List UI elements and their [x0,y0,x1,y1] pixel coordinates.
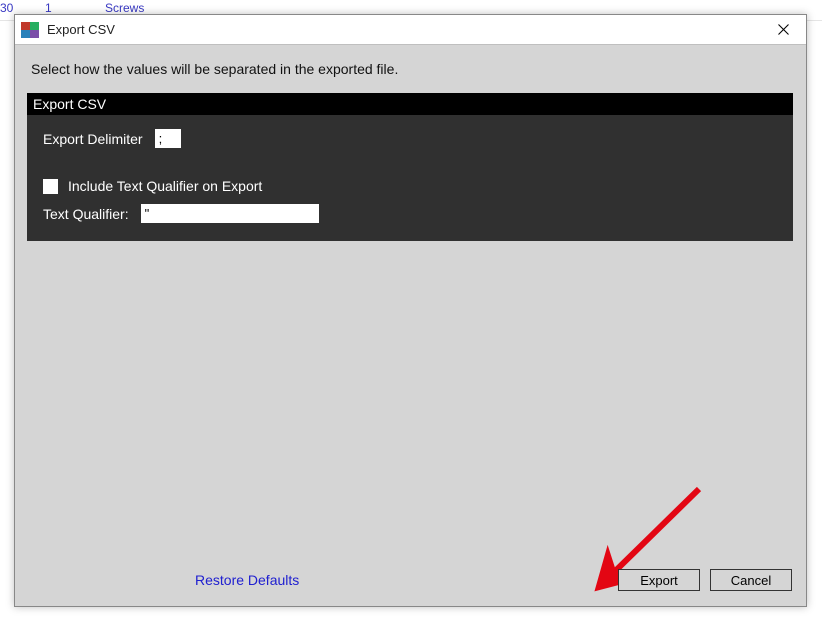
row-delimiter: Export Delimiter [43,129,777,148]
checkbox-include-qualifier[interactable] [43,179,58,194]
label-export-delimiter: Export Delimiter [43,131,143,147]
label-include-qualifier: Include Text Qualifier on Export [68,178,262,194]
row-text-qualifier: Text Qualifier: [43,204,777,223]
input-export-delimiter[interactable] [155,129,181,148]
export-button[interactable]: Export [618,569,700,591]
bg-row-num-truncated: 30 [0,1,8,15]
dialog-title: Export CSV [47,22,115,37]
close-icon [778,24,789,35]
panel-export-csv: Export Delimiter Include Text Qualifier … [27,115,793,241]
dialog-footer: Restore Defaults Export Cancel [15,564,806,606]
dialog-body: Select how the values will be separated … [15,45,806,606]
titlebar: Export CSV [15,15,806,45]
app-icon [21,22,39,38]
panel-header: Export CSV [27,93,793,115]
input-text-qualifier[interactable] [141,204,319,223]
cancel-button[interactable]: Cancel [710,569,792,591]
bg-cell-1: 1 [45,1,52,15]
label-text-qualifier: Text Qualifier: [43,206,129,222]
bg-cell-2: Screws [105,1,144,15]
restore-defaults-link[interactable]: Restore Defaults [189,571,305,589]
row-include-qualifier: Include Text Qualifier on Export [43,178,777,194]
export-csv-dialog: Export CSV Select how the values will be… [14,14,807,607]
close-button[interactable] [760,15,806,45]
footer-buttons: Export Cancel [618,569,792,591]
instruction-text: Select how the values will be separated … [31,61,796,77]
